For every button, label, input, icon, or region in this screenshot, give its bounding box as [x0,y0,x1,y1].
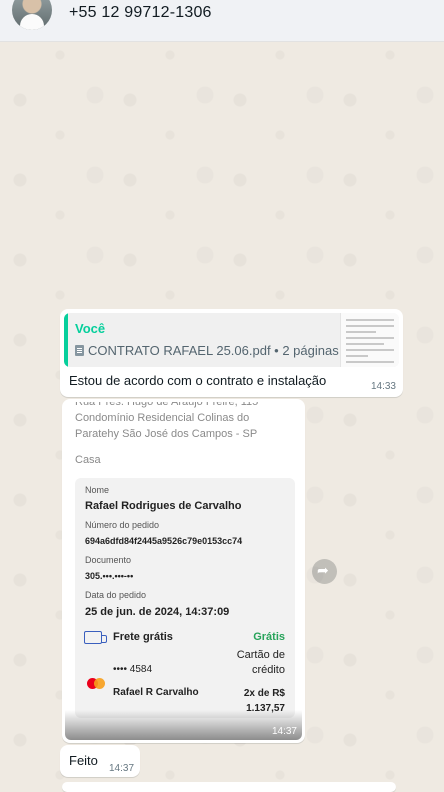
address-type: Casa [75,454,101,466]
image-shade [65,710,302,740]
order-date-label: Data do pedido [85,590,147,600]
quote-document-label: CONTRATO RAFAEL 25.06.pdf • 2 páginas [88,343,339,358]
address-line-2: Paratehy São José dos Campos - SP [75,428,258,440]
document-thumbnail [340,313,399,367]
message-bubble[interactable]: Você CONTRATO RAFAEL 25.06.pdf • 2 págin… [60,309,403,397]
order-number-value: 694a6dfd84f2445a9526c79e0153cc74 [85,536,243,546]
payment-method-line-2: crédito [251,664,285,676]
document-icon [75,345,84,356]
chat-header[interactable]: +55 12 99712-1306 [0,0,444,42]
order-screenshot-image[interactable]: Rua Pres. Hugo de Araújo Freire, 115 Con… [65,402,302,740]
message-text: Estou de acordo com o contrato e instala… [69,373,327,388]
address-line-1: Condomínio Residencial Colinas do [75,412,250,424]
card-holder: Rafael R Carvalho [113,687,199,698]
quote-document: CONTRATO RAFAEL 25.06.pdf • 2 páginas [75,343,339,358]
message-time: 14:37 [109,763,135,774]
forward-icon[interactable] [312,559,337,584]
mastercard-icon [87,678,105,689]
document-value: 305.•••.•••-•• [85,571,134,581]
contact-name[interactable]: +55 12 99712-1306 [69,4,212,22]
message-time: 14:33 [370,381,396,392]
shipping-value: Grátis [253,631,285,643]
address: Rua Pres. Hugo de Araújo Freire, 115 Con… [75,402,295,442]
order-number-label: Número do pedido [85,520,160,530]
payment-method: Cartão de crédito [237,648,285,678]
installments-line-1: 2x de R$ [243,688,285,699]
quote-author: Você [75,321,106,336]
document-label: Documento [85,555,132,565]
shipping-label: Frete grátis [113,631,173,643]
address-cut-line: Rua Pres. Hugo de Araújo Freire, 115 [75,402,259,408]
message-bubble[interactable]: Feito 14:37 [60,745,140,777]
quote-bar [64,313,68,367]
order-card: Nome Rafael Rodrigues de Carvalho Número… [75,478,295,718]
quoted-message[interactable]: Você CONTRATO RAFAEL 25.06.pdf • 2 págin… [64,313,399,367]
name-value: Rafael Rodrigues de Carvalho [85,500,242,512]
message-time: 14:37 [271,726,297,737]
payment-method-line-1: Cartão de [236,649,285,661]
avatar[interactable] [12,0,52,30]
order-date-value: 25 de jun. de 2024, 14:37:09 [85,606,230,618]
card-number: •••• 4584 [113,664,153,675]
truck-icon [84,631,107,644]
name-label: Nome [85,485,110,495]
message-text: Feito [69,753,98,768]
message-bubble-partial[interactable] [62,782,396,792]
image-message[interactable]: Rua Pres. Hugo de Araújo Freire, 115 Con… [62,399,305,743]
